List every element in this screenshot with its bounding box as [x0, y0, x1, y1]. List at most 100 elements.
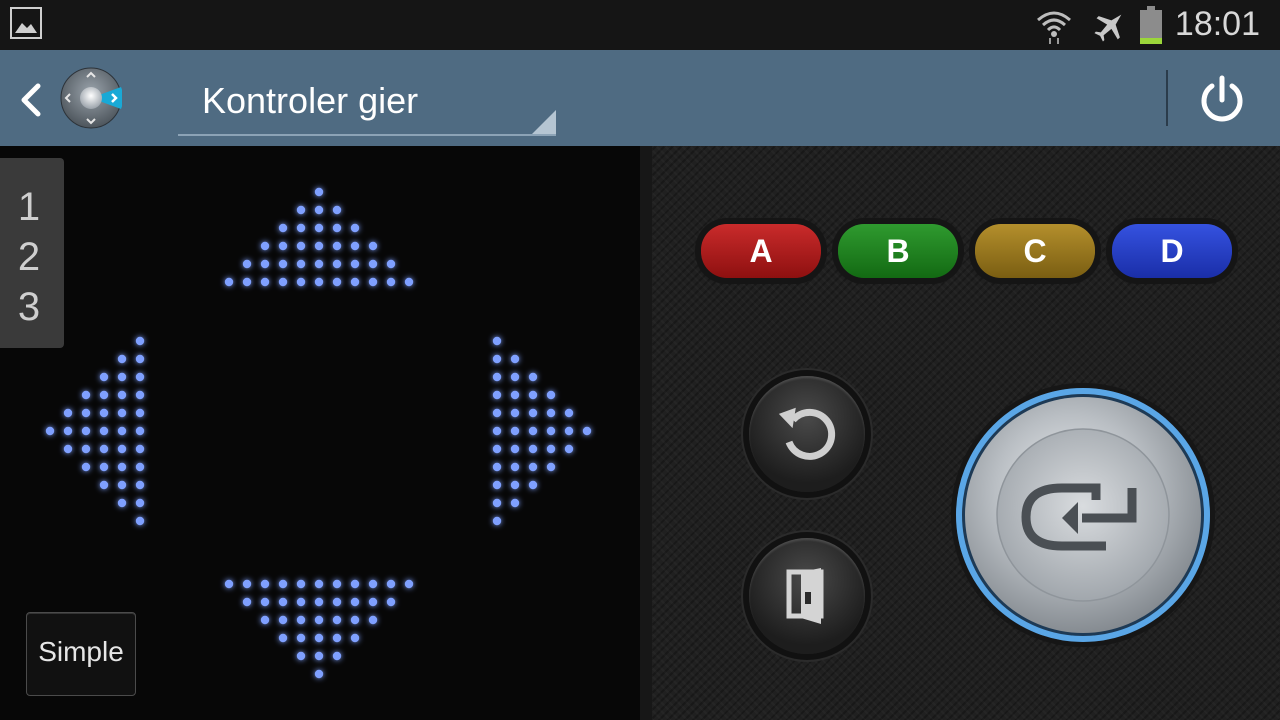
dpad-dot — [404, 277, 414, 287]
dpad-dot — [492, 372, 502, 382]
color-button-a[interactable]: A — [701, 224, 821, 278]
dpad-dot — [117, 408, 127, 418]
simple-mode-button[interactable]: Simple — [26, 612, 136, 696]
dpad-dot — [242, 597, 252, 607]
dpad-dot — [45, 426, 55, 436]
power-icon[interactable] — [1196, 74, 1248, 126]
gallery-icon — [10, 7, 42, 39]
exit-button[interactable] — [749, 538, 865, 654]
dpad-dot — [546, 390, 556, 400]
color-button-b[interactable]: B — [838, 224, 958, 278]
dpad-dot — [224, 277, 234, 287]
dpad-dot — [332, 615, 342, 625]
dpad-dot — [314, 205, 324, 215]
dpad-dot — [117, 498, 127, 508]
dpad-dot — [260, 579, 270, 589]
dpad-dot — [368, 597, 378, 607]
dpad-dot — [314, 259, 324, 269]
dpad-dot — [63, 408, 73, 418]
dpad-dot — [296, 223, 306, 233]
dpad-dot — [117, 480, 127, 490]
dpad-dot — [528, 480, 538, 490]
page-title: Kontroler gier — [202, 80, 419, 121]
dpad-dot — [332, 241, 342, 251]
dpad-dot — [368, 579, 378, 589]
dpad-dot — [81, 444, 91, 454]
dpad-up-arrow[interactable] — [224, 187, 414, 287]
spinner-arrow-icon — [532, 110, 556, 134]
dpad-dot — [260, 259, 270, 269]
airplane-icon — [1094, 14, 1122, 42]
remote-dpad-icon — [60, 67, 122, 129]
dpad-dot — [135, 336, 145, 346]
dpad-dot — [546, 444, 556, 454]
dpad-dot — [314, 187, 324, 197]
dpad-dot — [117, 426, 127, 436]
dpad-dot — [296, 259, 306, 269]
action-bar: Kontroler gier — [0, 50, 1280, 146]
dpad-dot — [278, 241, 288, 251]
dpad-dot — [242, 277, 252, 287]
dpad-dot — [117, 462, 127, 472]
dpad-dot — [278, 579, 288, 589]
dpad-dot — [492, 480, 502, 490]
dpad-dot — [135, 516, 145, 526]
dpad-dot — [386, 579, 396, 589]
dpad-dot — [332, 597, 342, 607]
dpad-dot — [99, 390, 109, 400]
dpad-dot — [135, 408, 145, 418]
dpad-dot — [81, 390, 91, 400]
dpad-dot — [404, 579, 414, 589]
dpad-right-arrow[interactable] — [492, 336, 592, 526]
dpad-dot — [278, 615, 288, 625]
dpad-dot — [81, 462, 91, 472]
dpad-dot — [546, 408, 556, 418]
dpad-dot — [314, 651, 324, 661]
dpad-dot — [117, 354, 127, 364]
dpad-dot — [492, 426, 502, 436]
dpad-dot — [492, 354, 502, 364]
dpad-dot — [332, 579, 342, 589]
dpad-dot — [242, 579, 252, 589]
dpad-dot — [117, 390, 127, 400]
dpad-left-arrow[interactable] — [45, 336, 145, 526]
ok-enter-button[interactable] — [950, 382, 1216, 648]
dpad-dot — [117, 372, 127, 382]
dpad-dot — [278, 633, 288, 643]
dpad-dot — [332, 633, 342, 643]
dpad-dot — [368, 241, 378, 251]
dpad-dot — [260, 615, 270, 625]
dpad-dot — [546, 426, 556, 436]
dpad-down-arrow[interactable] — [224, 579, 414, 679]
dpad-dot — [99, 408, 109, 418]
dpad-dot — [492, 444, 502, 454]
dpad-dot — [350, 633, 360, 643]
color-button-c[interactable]: C — [975, 224, 1095, 278]
dpad-dot — [492, 462, 502, 472]
dpad-dot — [314, 615, 324, 625]
color-button-d[interactable]: D — [1112, 224, 1232, 278]
dpad-dot — [492, 516, 502, 526]
dpad-dot — [332, 259, 342, 269]
dpad-dot — [350, 615, 360, 625]
chevron-left-icon[interactable] — [14, 80, 48, 120]
dpad-dot — [314, 633, 324, 643]
dpad-dot — [242, 259, 252, 269]
dpad-dot — [510, 498, 520, 508]
device-spinner[interactable]: Kontroler gier — [178, 72, 556, 136]
dpad-dot — [510, 354, 520, 364]
dpad-dot — [135, 390, 145, 400]
dpad-dot — [135, 426, 145, 436]
dpad-dot — [99, 426, 109, 436]
dpad-dot — [314, 669, 324, 679]
return-icon — [778, 407, 836, 460]
return-button[interactable] — [749, 376, 865, 492]
dpad-dot — [492, 408, 502, 418]
dpad-dot — [386, 259, 396, 269]
dpad-dot — [510, 480, 520, 490]
dpad-dot — [135, 354, 145, 364]
dpad-dot — [296, 651, 306, 661]
dpad-dot — [492, 498, 502, 508]
dpad-dot — [368, 277, 378, 287]
dpad-dot — [99, 444, 109, 454]
